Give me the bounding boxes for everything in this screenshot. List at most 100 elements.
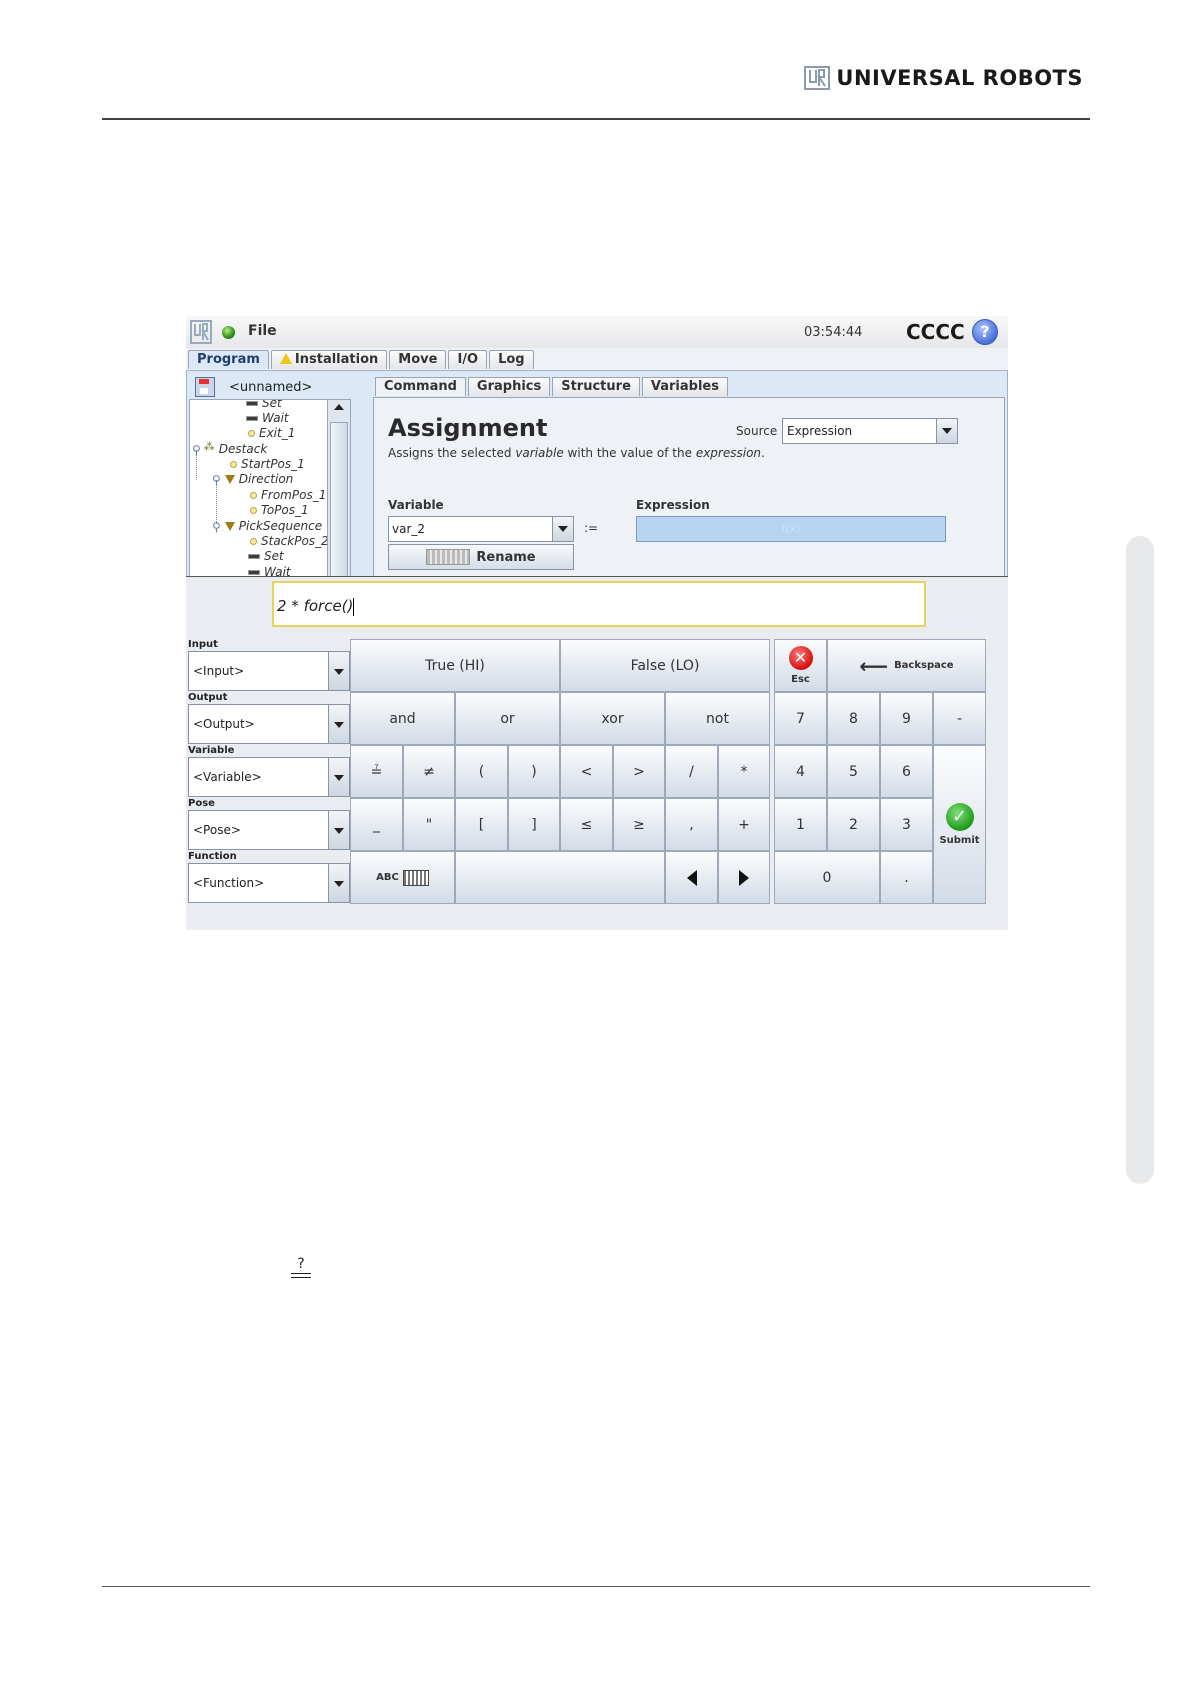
not-button[interactable]: not: [665, 692, 770, 745]
key-5[interactable]: 5: [827, 745, 880, 798]
key-8[interactable]: 8: [827, 692, 880, 745]
not-equals-button[interactable]: ≠: [403, 745, 455, 798]
space-button[interactable]: [455, 851, 665, 904]
function-value: <Function>: [193, 876, 265, 890]
chevron-down-icon[interactable]: [328, 811, 349, 849]
greater-than-button[interactable]: >: [613, 745, 665, 798]
xor-button[interactable]: xor: [560, 692, 665, 745]
chevron-down-icon[interactable]: [328, 652, 349, 690]
pose-select[interactable]: <Pose>: [188, 810, 350, 850]
key-2[interactable]: 2: [827, 798, 880, 851]
tree-item[interactable]: ⚲ Direction: [212, 472, 293, 487]
tree-item[interactable]: FromPos_1: [250, 488, 326, 502]
tree-item[interactable]: Wait: [246, 411, 289, 425]
function-label: Function: [188, 851, 237, 862]
waypoint-icon: [230, 461, 237, 468]
key-0[interactable]: 0: [774, 851, 880, 904]
pallet-icon: [204, 440, 215, 455]
left-bracket-button[interactable]: [: [455, 798, 508, 851]
key-7[interactable]: 7: [774, 692, 827, 745]
less-equal-button[interactable]: ≤: [560, 798, 613, 851]
false-button[interactable]: False (LO): [560, 639, 770, 692]
save-icon[interactable]: [195, 377, 215, 397]
file-menu[interactable]: File: [248, 323, 277, 339]
submit-label: Submit: [939, 835, 980, 846]
tab-installation[interactable]: Installation: [270, 350, 388, 369]
rename-button[interactable]: Rename: [388, 544, 574, 570]
program-tree[interactable]: Set Wait Exit_1 ⚲ Destack StartPos_1 ⚲ Dir…: [189, 399, 351, 581]
scroll-up-icon[interactable]: [334, 404, 344, 410]
scroll-thumb[interactable]: [330, 422, 348, 580]
tree-item[interactable]: Set: [248, 549, 284, 563]
underscore-button[interactable]: _: [350, 798, 403, 851]
key-4[interactable]: 4: [774, 745, 827, 798]
variable-select[interactable]: var_2: [388, 516, 574, 542]
abc-keyboard-button[interactable]: ABC: [350, 851, 455, 904]
qeq-lines: [291, 1273, 311, 1278]
help-icon[interactable]: ?: [972, 319, 998, 345]
text-caret: [353, 597, 355, 616]
polyscope-screenshot: File 03:54:44 CCCC ? Program Installatio…: [186, 316, 1008, 930]
tree-item[interactable]: ToPos_1: [250, 503, 309, 517]
key-6[interactable]: 6: [880, 745, 933, 798]
right-bracket-button[interactable]: ]: [508, 798, 560, 851]
key-3[interactable]: 3: [880, 798, 933, 851]
left-paren-button[interactable]: (: [455, 745, 508, 798]
quote-button[interactable]: ": [403, 798, 455, 851]
expand-icon[interactable]: ⚲: [212, 473, 221, 487]
tab-command[interactable]: Command: [375, 377, 466, 396]
source-select[interactable]: Expression: [782, 418, 958, 444]
decimal-point-button[interactable]: .: [880, 851, 933, 904]
robot-status-icon[interactable]: [222, 326, 235, 339]
submit-button[interactable]: ✓ Submit: [933, 745, 986, 904]
footer-rule: [102, 1586, 1090, 1587]
tab-io[interactable]: I/O: [448, 350, 488, 369]
tab-structure[interactable]: Structure: [552, 377, 640, 396]
tree-item[interactable]: StackPos_2: [250, 534, 329, 548]
true-button[interactable]: True (HI): [350, 639, 560, 692]
ur-logo-icon[interactable]: [190, 320, 212, 344]
minus-button[interactable]: -: [933, 692, 986, 745]
and-button[interactable]: and: [350, 692, 455, 745]
tab-program[interactable]: Program: [188, 350, 269, 369]
cursor-right-button[interactable]: [718, 851, 770, 904]
tree-scrollbar[interactable]: [327, 400, 350, 580]
key-1[interactable]: 1: [774, 798, 827, 851]
variable-selector[interactable]: <Variable>: [188, 757, 350, 797]
esc-button[interactable]: ✕ Esc: [774, 639, 827, 692]
plus-button[interactable]: +: [718, 798, 770, 851]
equals-query-button[interactable]: ≟: [350, 745, 403, 798]
less-than-button[interactable]: <: [560, 745, 613, 798]
key-9[interactable]: 9: [880, 692, 933, 745]
divide-button[interactable]: /: [665, 745, 718, 798]
greater-equal-button[interactable]: ≥: [613, 798, 665, 851]
multiply-button[interactable]: *: [718, 745, 770, 798]
or-button[interactable]: or: [455, 692, 560, 745]
chevron-down-icon[interactable]: [328, 705, 349, 743]
cursor-left-button[interactable]: [665, 851, 718, 904]
tree-item[interactable]: ⚲ PickSequence: [212, 519, 322, 534]
program-header: <unnamed>: [195, 377, 312, 397]
chevron-down-icon[interactable]: [328, 758, 349, 796]
chevron-down-icon[interactable]: [328, 864, 349, 902]
right-paren-button[interactable]: ): [508, 745, 560, 798]
tree-item[interactable]: StartPos_1: [230, 457, 305, 471]
tree-item[interactable]: ⚲ Destack: [192, 440, 267, 457]
tab-move[interactable]: Move: [389, 350, 447, 369]
tree-item[interactable]: Exit_1: [248, 426, 295, 440]
tab-graphics[interactable]: Graphics: [467, 377, 551, 396]
expression-input[interactable]: 2 * force(): [272, 581, 926, 627]
expand-icon[interactable]: ⚲: [212, 520, 221, 534]
expand-icon[interactable]: ⚲: [192, 443, 201, 457]
chevron-down-icon[interactable]: [936, 419, 957, 443]
expression-field[interactable]: f(x): [636, 516, 946, 542]
tree-item[interactable]: Set: [246, 400, 282, 410]
tab-variables[interactable]: Variables: [641, 377, 728, 396]
function-select[interactable]: <Function>: [188, 863, 350, 903]
comma-button[interactable]: ,: [665, 798, 718, 851]
input-select[interactable]: <Input>: [188, 651, 350, 691]
tab-log[interactable]: Log: [489, 350, 534, 369]
backspace-button[interactable]: ⟵ Backspace: [827, 639, 986, 692]
output-select[interactable]: <Output>: [188, 704, 350, 744]
chevron-down-icon[interactable]: [552, 517, 573, 541]
